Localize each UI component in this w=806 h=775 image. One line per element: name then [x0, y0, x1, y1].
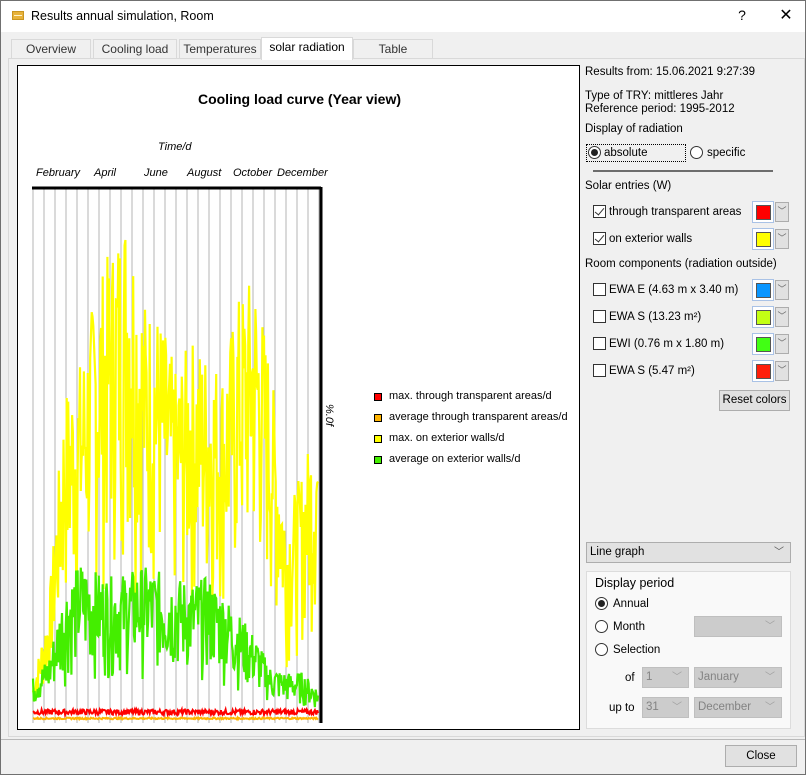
legend-swatch	[374, 414, 382, 422]
chevron-down-icon: ﹀	[765, 621, 775, 632]
window-title: Results annual simulation, Room	[31, 9, 214, 23]
app-icon	[12, 11, 24, 20]
color-swatch	[756, 364, 771, 379]
month-select[interactable]: ﹀	[694, 616, 782, 637]
from-month-select[interactable]: January ﹀	[694, 667, 782, 688]
checkbox-component[interactable]	[593, 310, 606, 323]
reference-period: Reference period: 1995-2012	[585, 103, 735, 115]
color-swatch	[756, 310, 771, 325]
checkbox-transparent-areas[interactable]	[593, 205, 606, 218]
from-day-select[interactable]: 1 ﹀	[642, 667, 689, 688]
color-picker-component[interactable]: ﹀	[752, 333, 790, 355]
transparent-areas-label[interactable]: through transparent areas	[609, 206, 741, 218]
color-swatch	[756, 232, 771, 247]
tab-temperatures[interactable]: Temperatures	[179, 39, 261, 59]
color-picker-transparent-areas[interactable]: ﹀	[752, 201, 790, 223]
display-period-heading: Display period	[595, 576, 675, 590]
legend-swatch	[374, 456, 382, 464]
component-label[interactable]: EWA S (13.23 m²)	[609, 311, 701, 323]
color-picker-component[interactable]: ﹀	[752, 279, 790, 301]
legend-label: average on exterior walls/d	[389, 453, 521, 465]
legend-label: average through transparent areas/d	[389, 411, 568, 423]
component-label[interactable]: EWI (0.76 m x 1.80 m)	[609, 338, 724, 350]
component-label[interactable]: EWA E (4.63 m x 3.40 m)	[609, 284, 738, 296]
radio-specific[interactable]	[690, 146, 703, 159]
close-window-button[interactable]: ✕	[777, 5, 795, 25]
component-label[interactable]: EWA S (5.47 m²)	[609, 365, 695, 377]
display-radiation-label: Display of radiation	[585, 123, 683, 135]
chevron-down-icon: ﹀	[672, 702, 682, 713]
radio-absolute-label[interactable]: absolute	[604, 147, 647, 159]
color-swatch	[756, 205, 771, 220]
help-button[interactable]: ?	[736, 7, 748, 23]
title-bar: Results annual simulation, Room ? ✕	[1, 1, 805, 32]
from-label: of	[625, 672, 635, 684]
series-line-1	[32, 715, 319, 722]
radio-month[interactable]	[595, 620, 608, 633]
legend-label: max. through transparent areas/d	[389, 390, 552, 402]
y-axis-label: %.0f	[323, 404, 335, 427]
chevron-down-icon[interactable]: ﹀	[775, 202, 789, 222]
chevron-down-icon: ﹀	[765, 702, 775, 713]
color-swatch	[756, 283, 771, 298]
chevron-down-icon[interactable]: ﹀	[775, 361, 789, 381]
chevron-down-icon: ﹀	[774, 547, 784, 558]
results-timestamp: Results from: 15.06.2021 9:27:39	[585, 66, 756, 78]
radio-annual[interactable]	[595, 597, 608, 610]
chart-panel: Cooling load curve (Year view) Time/d Fe…	[17, 65, 580, 730]
graph-type-value: Line graph	[590, 546, 645, 558]
legend-swatch	[374, 393, 382, 401]
radio-month-label[interactable]: Month	[613, 621, 645, 633]
tab-overview[interactable]: Overview	[11, 39, 91, 59]
color-picker-exterior-walls[interactable]: ﹀	[752, 228, 790, 250]
separator	[593, 170, 773, 172]
to-month-select[interactable]: December ﹀	[694, 697, 782, 718]
tab-cooling-load[interactable]: Cooling load	[93, 39, 177, 59]
graph-type-select[interactable]: Line graph ﹀	[586, 542, 791, 563]
exterior-walls-label[interactable]: on exterior walls	[609, 233, 692, 245]
radio-selection-label[interactable]: Selection	[613, 644, 660, 656]
radio-absolute[interactable]	[588, 146, 601, 159]
checkbox-component[interactable]	[593, 364, 606, 377]
radio-specific-label[interactable]: specific	[707, 147, 745, 159]
radio-selection[interactable]	[595, 643, 608, 656]
legend-label: max. on exterior walls/d	[389, 432, 505, 444]
chevron-down-icon: ﹀	[765, 672, 775, 683]
reset-colors-button[interactable]: Reset colors	[719, 390, 790, 411]
chevron-down-icon[interactable]: ﹀	[775, 334, 789, 354]
checkbox-component[interactable]	[593, 337, 606, 350]
results-window: Results annual simulation, Room ? ✕ Over…	[0, 0, 806, 775]
checkbox-exterior-walls[interactable]	[593, 232, 606, 245]
to-label: up to	[609, 702, 635, 714]
chevron-down-icon[interactable]: ﹀	[775, 280, 789, 300]
room-components-heading: Room components (radiation outside)	[585, 258, 777, 270]
footer-divider	[1, 739, 805, 740]
solar-entries-heading: Solar entries (W)	[585, 180, 672, 192]
color-picker-component[interactable]: ﹀	[752, 306, 790, 328]
display-period-group: Display period Annual Month ﹀ Selection …	[586, 571, 791, 729]
checkbox-component[interactable]	[593, 283, 606, 296]
chevron-down-icon: ﹀	[672, 672, 682, 683]
tab-table[interactable]: Table	[353, 39, 433, 59]
close-button[interactable]: Close	[725, 745, 797, 767]
chevron-down-icon[interactable]: ﹀	[775, 307, 789, 327]
tab-solar-radiation[interactable]: solar radiation	[261, 37, 353, 60]
radio-annual-label[interactable]: Annual	[613, 598, 649, 610]
try-type: Type of TRY: mittleres Jahr	[585, 90, 724, 102]
color-picker-component[interactable]: ﹀	[752, 360, 790, 382]
color-swatch	[756, 337, 771, 352]
to-day-select[interactable]: 31 ﹀	[642, 697, 689, 718]
chevron-down-icon[interactable]: ﹀	[775, 229, 789, 249]
legend-swatch	[374, 435, 382, 443]
